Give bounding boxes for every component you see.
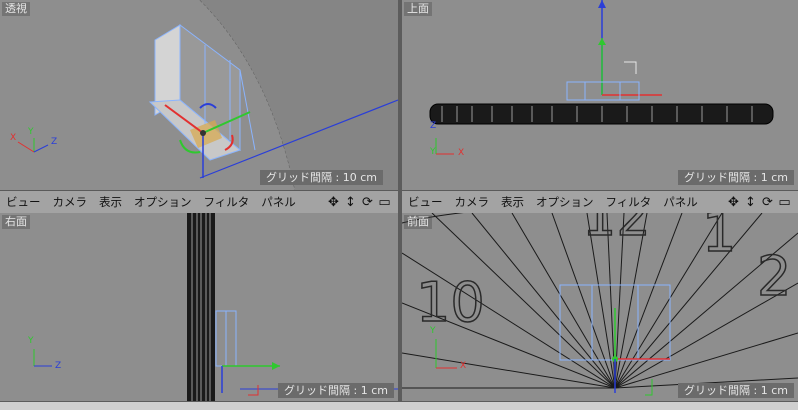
menu-display[interactable]: 表示 <box>495 194 530 210</box>
axis-label-y: Y <box>28 127 34 137</box>
menu-view[interactable]: ビュー <box>402 194 449 210</box>
grid-spacing-readout: グリッド間隔 : 1 cm <box>278 383 394 398</box>
grid-spacing-readout: グリッド間隔 : 10 cm <box>260 170 383 185</box>
menu-filter[interactable]: フィルタ <box>198 194 256 210</box>
axis-label-x: X <box>10 133 17 143</box>
viewport-label: 上面 <box>404 2 432 16</box>
menu-display[interactable]: 表示 <box>93 194 128 210</box>
grid-spacing-readout: グリッド間隔 : 1 cm <box>678 170 794 185</box>
viewport-label: 透視 <box>2 2 30 16</box>
axis-label-y: Y <box>430 147 436 157</box>
axis-label-z: Z <box>55 361 62 371</box>
menu-options[interactable]: オプション <box>128 194 198 210</box>
axis-label-x: X <box>460 361 467 371</box>
menu-camera[interactable]: カメラ <box>449 194 496 210</box>
viewport-menubar-left: ビュー カメラ 表示 オプション フィルタ パネル ✥ ↕ ⟳ ▭ <box>0 190 398 214</box>
axis-label-y: Y <box>430 326 436 336</box>
axis-label-z: Z <box>51 137 58 147</box>
menu-view[interactable]: ビュー <box>0 194 47 210</box>
menu-camera[interactable]: カメラ <box>47 194 94 210</box>
viewport-menubar-right: ビュー カメラ 表示 オプション フィルタ パネル ✥ ↕ ⟳ ▭ <box>402 190 798 214</box>
viewport-label: 前面 <box>404 215 432 229</box>
dolly-view-icon[interactable]: ↕ <box>343 195 358 210</box>
top-scene <box>429 0 774 155</box>
viewport-front[interactable]: 10 12 1 2 前面 グリッド間隔 : 1 cm Y X <box>402 213 798 401</box>
dolly-view-icon[interactable]: ↕ <box>743 195 758 210</box>
menu-panel[interactable]: パネル <box>255 194 302 210</box>
viewport-top[interactable]: 上面 グリッド間隔 : 1 cm Z Y X <box>402 0 798 190</box>
toggle-layout-icon[interactable]: ▭ <box>377 195 392 210</box>
viewport-perspective[interactable]: 透視 グリッド間隔 : 10 cm Y X Z <box>0 0 398 190</box>
viewport-label: 右面 <box>2 215 30 229</box>
rotate-view-icon[interactable]: ⟳ <box>760 195 775 210</box>
move-view-icon[interactable]: ✥ <box>726 195 741 210</box>
clock-number-2: 2 <box>757 245 791 308</box>
clock-number-12: 12 <box>582 213 651 248</box>
clock-number-10: 10 <box>416 271 485 334</box>
rotate-view-icon[interactable]: ⟳ <box>360 195 375 210</box>
axis-label-y: Y <box>28 336 34 346</box>
toggle-layout-icon[interactable]: ▭ <box>777 195 792 210</box>
move-view-icon[interactable]: ✥ <box>326 195 341 210</box>
viewport-splitter[interactable] <box>398 0 402 409</box>
menu-options[interactable]: オプション <box>530 194 600 210</box>
right-scene <box>33 213 398 401</box>
front-scene: 10 12 1 2 <box>402 213 798 396</box>
menu-filter[interactable]: フィルタ <box>600 194 658 210</box>
clock-number-1: 1 <box>702 213 736 264</box>
grid-spacing-readout: グリッド間隔 : 1 cm <box>678 383 794 398</box>
menu-panel[interactable]: パネル <box>657 194 704 210</box>
axis-label-z: Z <box>430 121 437 131</box>
axis-label-x: X <box>458 148 465 158</box>
perspective-scene <box>17 0 398 190</box>
viewport-right[interactable]: 右面 グリッド間隔 : 1 cm Y Z <box>0 213 398 401</box>
